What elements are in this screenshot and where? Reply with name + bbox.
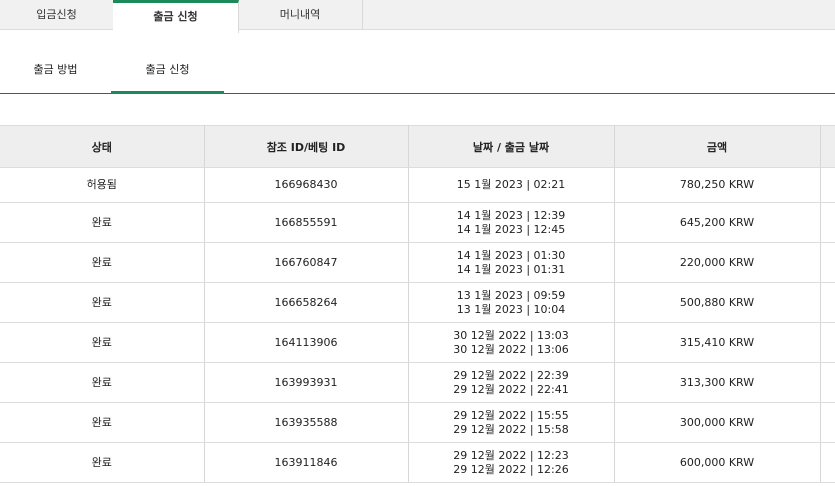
date-line: 13 1월 2023 | 09:59 <box>456 288 566 302</box>
header-amount: 금액 <box>614 125 821 168</box>
date-line: 29 12월 2022 | 12:26 <box>453 462 569 476</box>
cell-amount: 315,410 KRW <box>614 322 821 363</box>
cell-date: 30 12월 2022 | 13:03 30 12월 2022 | 13:06 <box>408 322 615 363</box>
date-line: 30 12월 2022 | 13:06 <box>453 342 569 356</box>
cell-reference-id: 163993931 <box>204 362 409 403</box>
cell-extra <box>820 242 835 283</box>
tab-money-history[interactable]: 머니내역 <box>238 0 363 29</box>
header-extra <box>820 125 835 168</box>
date-line: 29 12월 2022 | 15:55 <box>453 408 569 422</box>
cell-extra <box>820 322 835 363</box>
cell-status: 완료 <box>0 242 205 283</box>
cell-date: 29 12월 2022 | 15:55 29 12월 2022 | 15:58 <box>408 402 615 443</box>
table-row: 완료 163993931 29 12월 2022 | 22:39 29 12월 2… <box>0 362 835 403</box>
table-row: 완료 164113906 30 12월 2022 | 13:03 30 12월 2… <box>0 322 835 363</box>
cell-status: 허용됨 <box>0 167 205 203</box>
header-status: 상태 <box>0 125 205 168</box>
cell-date: 14 1월 2023 | 01:30 14 1월 2023 | 01:31 <box>408 242 615 283</box>
date-line: 14 1월 2023 | 01:30 <box>456 248 566 262</box>
cell-extra <box>820 202 835 243</box>
cell-amount: 645,200 KRW <box>614 202 821 243</box>
cell-extra <box>820 167 835 203</box>
top-tab-bar: 입금신청 출금 신청 머니내역 <box>0 0 835 33</box>
cell-date: 29 12월 2022 | 12:23 29 12월 2022 | 12:26 <box>408 442 615 483</box>
tab-withdraw-request[interactable]: 출금 신청 <box>113 0 239 33</box>
cell-date: 15 1월 2023 | 02:21 <box>408 167 615 203</box>
date-line: 29 12월 2022 | 22:39 <box>453 368 569 382</box>
cell-reference-id: 166855591 <box>204 202 409 243</box>
cell-status: 완료 <box>0 322 205 363</box>
tab-deposit-request[interactable]: 입금신청 <box>0 0 114 29</box>
cell-date: 13 1월 2023 | 09:59 13 1월 2023 | 10:04 <box>408 282 615 323</box>
table-row: 완료 163911846 29 12월 2022 | 12:23 29 12월 2… <box>0 442 835 483</box>
cell-amount: 600,000 KRW <box>614 442 821 483</box>
withdrawal-table: 상태 참조 ID/베팅 ID 날짜 / 출금 날짜 금액 허용됨 1669684… <box>0 125 835 483</box>
date-line: 30 12월 2022 | 13:03 <box>453 328 569 342</box>
cell-extra <box>820 442 835 483</box>
date-line: 14 1월 2023 | 12:39 <box>456 208 566 222</box>
cell-amount: 220,000 KRW <box>614 242 821 283</box>
cell-reference-id: 166760847 <box>204 242 409 283</box>
header-reference-id: 참조 ID/베팅 ID <box>204 125 409 168</box>
subtab-withdraw-request[interactable]: 출금 신청 <box>111 52 224 94</box>
cell-date: 29 12월 2022 | 22:39 29 12월 2022 | 22:41 <box>408 362 615 403</box>
cell-reference-id: 166658264 <box>204 282 409 323</box>
cell-reference-id: 163935588 <box>204 402 409 443</box>
cell-status: 완료 <box>0 202 205 243</box>
cell-status: 완료 <box>0 402 205 443</box>
cell-status: 완료 <box>0 282 205 323</box>
date-line: 29 12월 2022 | 22:41 <box>453 382 569 396</box>
cell-reference-id: 166968430 <box>204 167 409 203</box>
table-row: 허용됨 166968430 15 1월 2023 | 02:21 780,250… <box>0 167 835 203</box>
cell-amount: 300,000 KRW <box>614 402 821 443</box>
cell-amount: 313,300 KRW <box>614 362 821 403</box>
cell-amount: 500,880 KRW <box>614 282 821 323</box>
table-row: 완료 166658264 13 1월 2023 | 09:59 13 1월 202… <box>0 282 835 323</box>
cell-extra <box>820 362 835 403</box>
cell-reference-id: 163911846 <box>204 442 409 483</box>
table-row: 완료 166855591 14 1월 2023 | 12:39 14 1월 202… <box>0 202 835 243</box>
table-row: 완료 166760847 14 1월 2023 | 01:30 14 1월 202… <box>0 242 835 283</box>
cell-extra <box>820 282 835 323</box>
cell-date: 14 1월 2023 | 12:39 14 1월 2023 | 12:45 <box>408 202 615 243</box>
cell-status: 완료 <box>0 362 205 403</box>
date-line: 14 1월 2023 | 12:45 <box>456 222 566 236</box>
date-line: 29 12월 2022 | 12:23 <box>453 448 569 462</box>
cell-reference-id: 164113906 <box>204 322 409 363</box>
cell-amount: 780,250 KRW <box>614 167 821 203</box>
cell-status: 완료 <box>0 442 205 483</box>
date-line: 13 1월 2023 | 10:04 <box>456 302 566 316</box>
date-line: 14 1월 2023 | 01:31 <box>456 262 566 276</box>
date-line: 15 1월 2023 | 02:21 <box>456 178 566 191</box>
sub-tab-bar: 출금 방법 출금 신청 <box>0 52 835 94</box>
table-row: 완료 163935588 29 12월 2022 | 15:55 29 12월 2… <box>0 402 835 443</box>
header-date: 날짜 / 출금 날짜 <box>408 125 615 168</box>
cell-extra <box>820 402 835 443</box>
subtab-withdraw-method[interactable]: 출금 방법 <box>0 52 111 91</box>
table-header-row: 상태 참조 ID/베팅 ID 날짜 / 출금 날짜 금액 <box>0 125 835 168</box>
date-line: 29 12월 2022 | 15:58 <box>453 422 569 436</box>
